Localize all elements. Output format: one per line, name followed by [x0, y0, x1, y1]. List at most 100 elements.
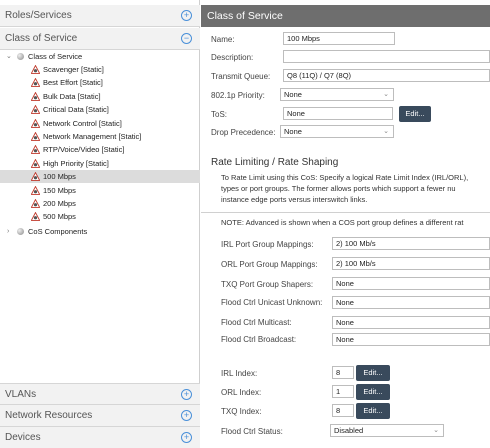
left-navigation-panel: Roles/Services + Class of Service − ⌄ Cl… [0, 0, 200, 448]
accordion-title: Network Resources [5, 410, 93, 421]
tree-item-cos[interactable]: 500 Mbps [0, 210, 200, 223]
description-label: Description: [211, 53, 254, 62]
drop-precedence-select[interactable]: None ⌄ [280, 125, 394, 138]
tree-item-cos[interactable]: Network Management [Static] [0, 130, 200, 143]
flood-status-select[interactable]: Disabled ⌄ [330, 424, 444, 437]
tree-root-label: Class of Service [28, 52, 83, 61]
irl-mappings-select[interactable]: 2) 100 Mb/s [332, 237, 490, 250]
txq-shapers-label: TXQ Port Group Shapers: [221, 280, 314, 289]
flood-broadcast-select[interactable]: None [332, 333, 490, 346]
collapse-icon[interactable]: − [181, 33, 192, 44]
advanced-note: NOTE: Advanced is shown when a COS port … [221, 218, 464, 227]
cos-warning-icon [30, 64, 41, 74]
orl-mappings-select[interactable]: 2) 100 Mb/s [332, 257, 490, 270]
flood-unicast-label: Flood Ctrl Unicast Unknown: [221, 298, 323, 307]
expand-icon[interactable]: + [181, 10, 192, 21]
tos-edit-button[interactable]: Edit... [399, 106, 431, 122]
accordion-devices[interactable]: Devices + [0, 427, 200, 448]
accordion-title: VLANs [5, 389, 37, 400]
flood-multicast-value: None [336, 318, 354, 327]
cos-warning-icon [30, 104, 41, 115]
orl-index-label: ORL Index: [221, 388, 262, 397]
description-line: types or port groups. The former allows … [221, 184, 456, 193]
txq-index-label: TXQ Index: [221, 407, 262, 416]
tos-label: ToS: [211, 110, 228, 119]
cos-warning-icon [30, 171, 41, 182]
tree-item-label: 500 Mbps [43, 212, 76, 222]
tree-cos-components[interactable]: › CoS Components [0, 225, 200, 238]
tree-item-cos[interactable]: 150 Mbps [0, 184, 200, 197]
flood-unicast-select[interactable]: None [332, 296, 490, 309]
tree-components-label: CoS Components [28, 227, 88, 236]
accordion-roles-services[interactable]: Roles/Services + [0, 5, 200, 27]
expand-icon[interactable]: + [181, 389, 192, 400]
rate-limiting-title: Rate Limiting / Rate Shaping [211, 157, 339, 168]
tree-item-cos[interactable]: Scavenger [Static] [0, 63, 200, 76]
description-line: To Rate Limit using this CoS: Specify a … [221, 173, 469, 182]
chevron-down-icon: ⌄ [433, 427, 439, 434]
irl-index-edit-button[interactable]: Edit... [356, 365, 390, 381]
cos-warning-icon [30, 198, 41, 208]
priority-select[interactable]: None ⌄ [280, 88, 394, 101]
name-input[interactable]: 100 Mbps [283, 32, 395, 45]
tree-item-cos[interactable]: Bulk Data [Static] [0, 90, 200, 103]
orl-mappings-label: ORL Port Group Mappings: [221, 260, 318, 269]
chevron-down-icon: ⌄ [383, 128, 389, 135]
irl-index-input[interactable]: 8 [332, 366, 354, 379]
chevron-right-icon[interactable]: › [7, 225, 9, 238]
flood-status-label: Flood Ctrl Status: [221, 427, 283, 436]
flood-broadcast-label: Flood Ctrl Broadcast: [221, 335, 297, 344]
globe-icon [17, 53, 24, 60]
tos-input[interactable]: None [283, 107, 393, 120]
tree-item-cos[interactable]: Critical Data [Static] [0, 103, 200, 116]
description-input[interactable] [283, 50, 490, 63]
tree-item-label: Bulk Data [Static] [43, 91, 101, 101]
tree-item-cos[interactable]: Network Control [Static] [0, 117, 200, 130]
name-label: Name: [211, 35, 235, 44]
chevron-down-icon: ⌄ [383, 91, 389, 98]
txq-shapers-select[interactable]: None [332, 277, 490, 290]
tree-item-label: Network Management [Static] [43, 132, 142, 141]
expand-icon[interactable]: + [181, 432, 192, 443]
tree-item-label: 150 Mbps [43, 185, 76, 195]
priority-value: None [284, 90, 302, 99]
tree-item-cos[interactable]: 200 Mbps [0, 197, 200, 210]
accordion-title: Class of Service [5, 33, 78, 44]
rate-limiting-description: To Rate Limit using this CoS: Specify a … [221, 172, 490, 205]
tree-root-class-of-service[interactable]: ⌄ Class of Service [0, 50, 200, 63]
txq-index-input[interactable]: 8 [332, 404, 354, 417]
tree-item-cos[interactable]: RTP/Voice/Video [Static] [0, 143, 200, 156]
transmit-queue-value: Q8 (11Q) / Q7 (8Q) [287, 71, 352, 80]
tree-item-label: Best Effort [Static] [43, 78, 103, 88]
chevron-down-icon[interactable]: ⌄ [6, 50, 12, 63]
orl-mappings-value: 2) 100 Mb/s [336, 259, 376, 268]
tree-item-cos[interactable]: High Priority [Static] [0, 157, 200, 170]
tree-item-label: 200 Mbps [43, 199, 76, 208]
tree-item-label: Scavenger [Static] [43, 65, 104, 74]
tree-item-cos[interactable]: Best Effort [Static] [0, 76, 200, 89]
flood-multicast-label: Flood Ctrl Multicast: [221, 318, 292, 327]
tree-item-label: 100 Mbps [43, 172, 76, 182]
flood-status-value: Disabled [334, 426, 364, 435]
tree-item-label: Network Control [Static] [43, 118, 122, 128]
accordion-title: Roles/Services [5, 10, 72, 21]
transmit-queue-select[interactable]: Q8 (11Q) / Q7 (8Q) [283, 69, 490, 82]
orl-index-input[interactable]: 1 [332, 385, 354, 398]
description-line: instance edge ports versus interswitch l… [221, 195, 368, 204]
tree-item-label: Critical Data [Static] [43, 105, 109, 115]
cos-warning-icon [30, 144, 41, 155]
flood-unicast-value: None [336, 298, 354, 307]
txq-shapers-value: None [336, 279, 354, 288]
cos-warning-icon [30, 77, 41, 88]
orl-index-edit-button[interactable]: Edit... [356, 384, 390, 400]
tree-item-cos[interactable]: 100 Mbps [0, 170, 200, 184]
expand-icon[interactable]: + [181, 410, 192, 421]
accordion-vlans[interactable]: VLANs + [0, 383, 200, 405]
flood-multicast-select[interactable]: None [332, 316, 490, 329]
accordion-class-of-service[interactable]: Class of Service − [0, 28, 200, 50]
cos-warning-icon [30, 211, 41, 222]
txq-index-edit-button[interactable]: Edit... [356, 403, 390, 419]
class-of-service-editor: Class of Service Name: 100 Mbps Descript… [201, 0, 490, 448]
accordion-network-resources[interactable]: Network Resources + [0, 405, 200, 427]
irl-mappings-label: IRL Port Group Mappings: [221, 240, 314, 249]
